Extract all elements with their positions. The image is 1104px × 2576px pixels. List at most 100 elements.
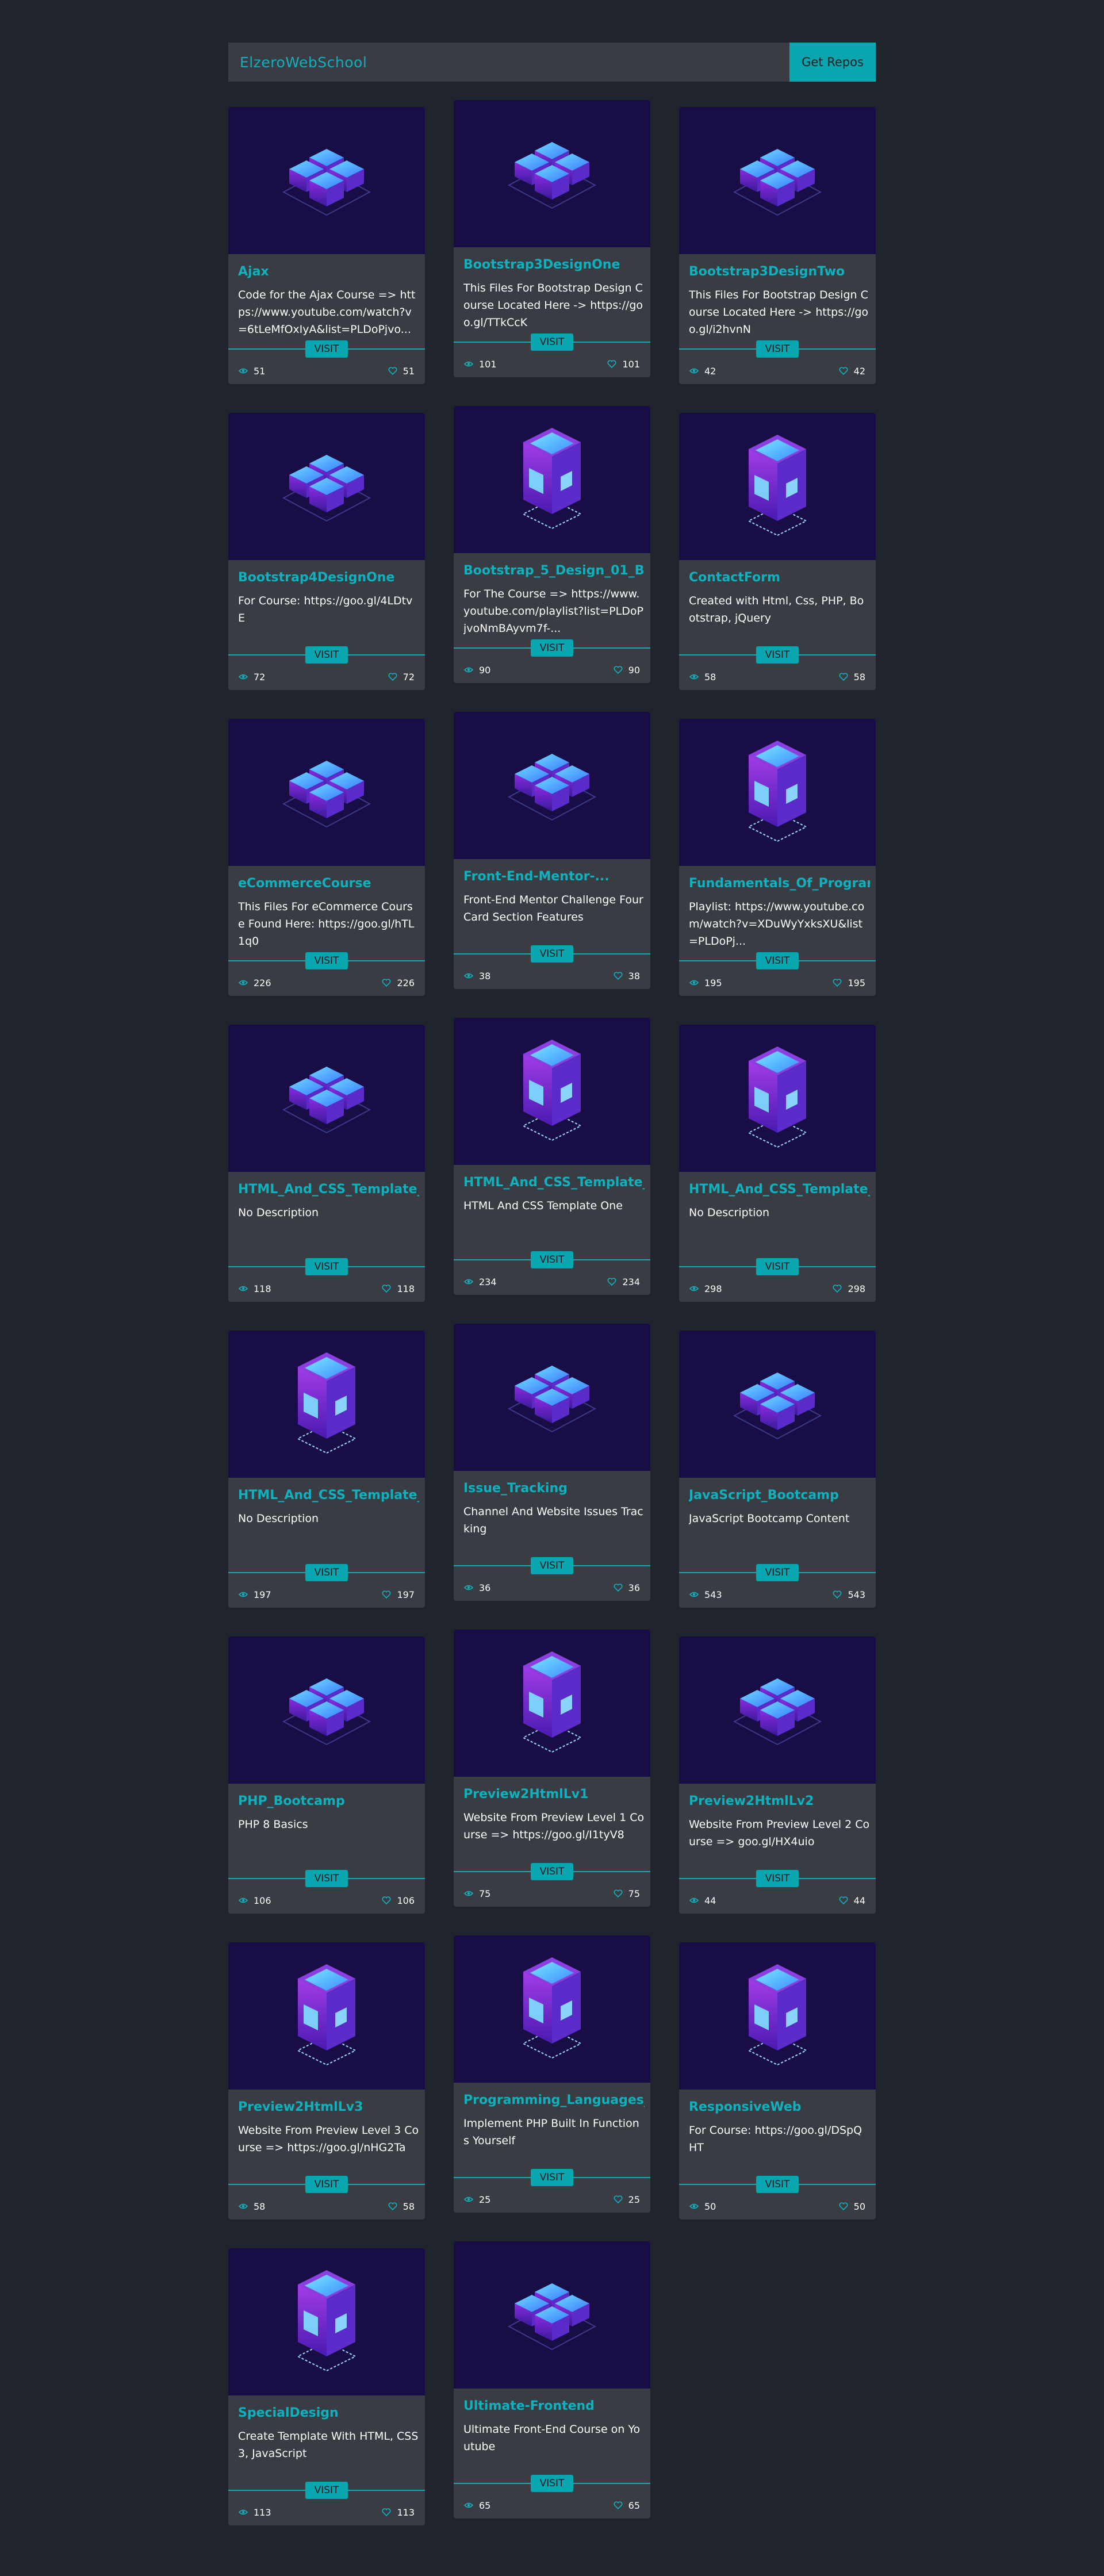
repo-description: Ultimate Front-End Course on Youtube [463, 2423, 641, 2453]
repo-description: JavaScript Bootcamp Content [689, 1512, 850, 1525]
visit-button[interactable]: VISIT [756, 340, 799, 358]
repo-stats: 36 36 [464, 1580, 640, 1595]
repo-image [679, 107, 876, 254]
watchers-stat: 298 [689, 1283, 722, 1294]
heart-icon [607, 1278, 616, 1286]
stars-stat: 42 [839, 366, 865, 377]
repo-name: Bootstrap_5_Design_01_Bondi [463, 564, 645, 578]
visit-button[interactable]: VISIT [756, 1258, 799, 1275]
repo-description: Front-End Mentor Challenge Four Card Sec… [463, 894, 643, 923]
visit-button[interactable]: VISIT [756, 952, 799, 969]
visit-button[interactable]: VISIT [756, 646, 799, 664]
heart-icon [833, 1285, 842, 1293]
stars-count: 42 [853, 365, 865, 377]
repo-card: HTML_And_CSS_Template_Two No Description… [228, 1331, 425, 1608]
watchers-count: 101 [479, 358, 497, 370]
heart-icon [839, 673, 848, 681]
repo-description: Created with Html, Css, PHP, Bootstrap, … [689, 595, 864, 624]
visit-button[interactable]: VISIT [531, 2475, 573, 2492]
visit-button[interactable]: VISIT [305, 340, 348, 358]
repo-card: Preview2HtmlLv3 Website From Preview Lev… [228, 1942, 425, 2220]
visit-button[interactable]: VISIT [531, 1557, 573, 1574]
repo-card: HTML_And_CSS_Template_One HTML And CSS T… [454, 1018, 650, 1295]
stars-stat: 118 [382, 1283, 415, 1294]
get-repos-button[interactable]: Get Repos [789, 43, 876, 82]
visit-button[interactable]: VISIT [305, 1870, 348, 1887]
visit-button[interactable]: VISIT [305, 952, 348, 969]
server-cluster-icon [507, 1366, 597, 1433]
repo-image [228, 1942, 425, 2090]
watchers-count: 195 [704, 977, 722, 988]
search-input[interactable] [228, 43, 789, 82]
server-cluster-icon [282, 761, 371, 828]
watchers-count: 90 [479, 664, 491, 676]
visit-button[interactable]: VISIT [531, 639, 573, 657]
stars-stat: 298 [833, 1283, 865, 1294]
repo-description: No Description [689, 1206, 770, 1219]
stars-count: 106 [397, 1895, 415, 1906]
server-box-icon [296, 2270, 357, 2372]
visit-button[interactable]: VISIT [531, 334, 573, 351]
server-box-icon [296, 1352, 357, 1454]
visit-button[interactable]: VISIT [305, 1258, 348, 1275]
repo-description: PHP 8 Basics [238, 1818, 308, 1831]
visit-button[interactable]: VISIT [531, 1251, 573, 1268]
stars-stat: 90 [614, 665, 640, 676]
server-box-icon [522, 428, 582, 530]
stars-count: 197 [397, 1589, 415, 1600]
server-box-icon [747, 435, 808, 536]
stars-count: 543 [848, 1589, 865, 1600]
server-cluster-icon [507, 142, 597, 209]
stars-count: 118 [397, 1283, 415, 1294]
repo-card: ContactForm Created with Html, Css, PHP,… [679, 413, 876, 690]
server-cluster-icon [733, 1373, 822, 1440]
repo-image [679, 413, 876, 560]
watchers-count: 72 [254, 671, 266, 683]
eye-icon [689, 1592, 699, 1597]
visit-button[interactable]: VISIT [305, 1564, 348, 1581]
eye-icon [464, 1585, 473, 1590]
heart-icon [388, 673, 397, 681]
heart-icon [382, 979, 391, 987]
visit-button[interactable]: VISIT [756, 1564, 799, 1581]
heart-icon [614, 972, 623, 980]
watchers-count: 50 [704, 2201, 716, 2212]
visit-button[interactable]: VISIT [531, 945, 573, 963]
repo-card: Ajax Code for the Ajax Course => https:/… [228, 107, 425, 384]
watchers-stat: 58 [239, 2201, 265, 2212]
repo-card: Ultimate-Frontend Ultimate Front-End Cou… [454, 2241, 650, 2518]
watchers-count: 298 [704, 1283, 722, 1294]
repo-name: Bootstrap3DesignOne [463, 258, 620, 272]
repo-card: Bootstrap4DesignOne For Course: https://… [228, 413, 425, 690]
heart-icon [382, 2508, 391, 2516]
server-cluster-icon [282, 1678, 371, 1746]
repo-card: Front-End-Mentor-... Front-End Mentor Ch… [454, 712, 650, 989]
visit-button[interactable]: VISIT [305, 646, 348, 664]
visit-button[interactable]: VISIT [531, 2169, 573, 2186]
watchers-count: 65 [479, 2500, 491, 2511]
watchers-stat: 36 [464, 1582, 490, 1593]
eye-icon [689, 1897, 699, 1903]
watchers-count: 234 [479, 1276, 497, 1287]
visit-button[interactable]: VISIT [305, 2482, 348, 2499]
visit-button[interactable]: VISIT [531, 1863, 573, 1880]
eye-icon [689, 980, 699, 986]
visit-button[interactable]: VISIT [756, 2176, 799, 2193]
repo-stats: 197 197 [239, 1587, 415, 1602]
stars-stat: 50 [839, 2201, 865, 2212]
heart-icon [833, 1590, 842, 1598]
repo-image [454, 1018, 650, 1165]
eye-icon [464, 2502, 473, 2508]
repo-image [679, 1942, 876, 2090]
stars-count: 58 [853, 671, 865, 683]
watchers-count: 51 [254, 365, 266, 377]
server-box-icon [522, 1040, 582, 1141]
visit-button[interactable]: VISIT [756, 1870, 799, 1887]
repo-image [228, 1636, 425, 1784]
repo-stats: 58 58 [239, 2199, 415, 2214]
repo-name: HTML_And_CSS_Template_Four [238, 1182, 419, 1197]
stars-stat: 106 [382, 1895, 415, 1906]
heart-icon [382, 1590, 391, 1598]
visit-button[interactable]: VISIT [305, 2176, 348, 2193]
repo-stats: 38 38 [464, 968, 640, 983]
